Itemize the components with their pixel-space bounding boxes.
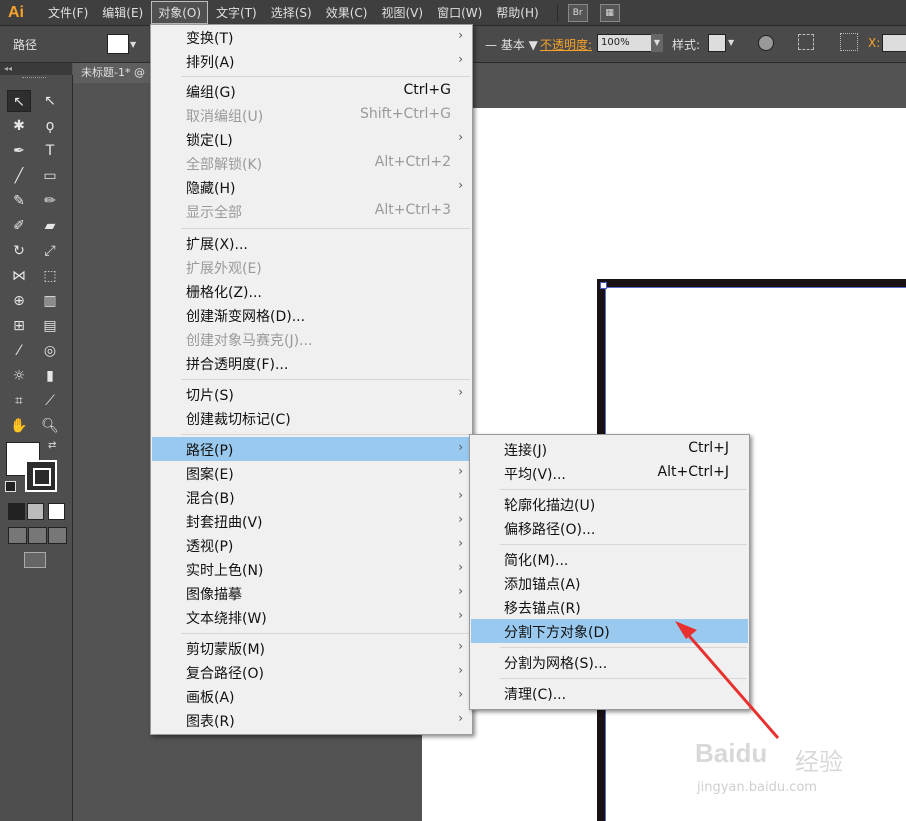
annotation-arrow: [675, 621, 780, 739]
